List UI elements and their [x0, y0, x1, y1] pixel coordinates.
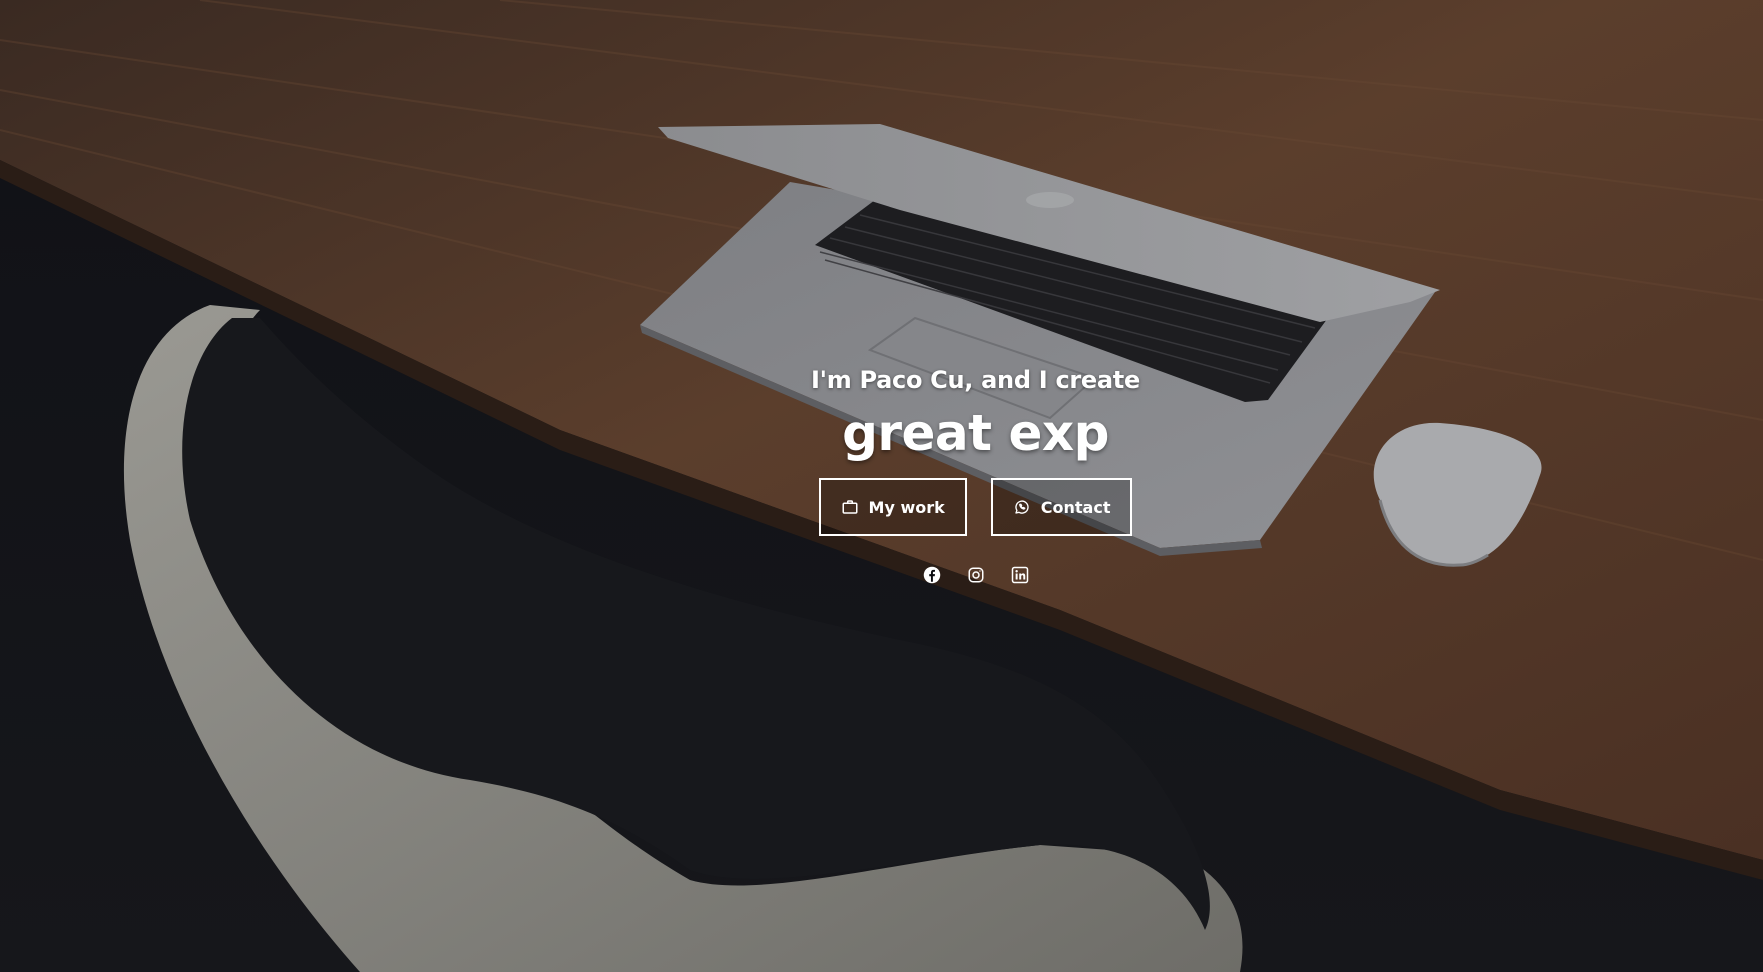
my-work-label: My work [868, 497, 945, 517]
briefcase-icon [841, 498, 859, 516]
instagram-icon[interactable] [967, 566, 985, 584]
social-links [923, 566, 1029, 584]
facebook-icon[interactable] [923, 566, 941, 584]
hero-actions: My work Contact [818, 478, 1133, 536]
hero-intro: I'm Paco Cu, and I create [811, 366, 1140, 394]
whatsapp-icon [1013, 498, 1031, 516]
hero-headline: great exp [842, 404, 1109, 462]
hero-section: I'm Paco Cu, and I create great exp My w… [0, 360, 1763, 584]
contact-label: Contact [1040, 497, 1111, 517]
my-work-button[interactable]: My work [818, 478, 967, 536]
contact-button[interactable]: Contact [990, 478, 1133, 536]
linkedin-icon[interactable] [1011, 566, 1029, 584]
